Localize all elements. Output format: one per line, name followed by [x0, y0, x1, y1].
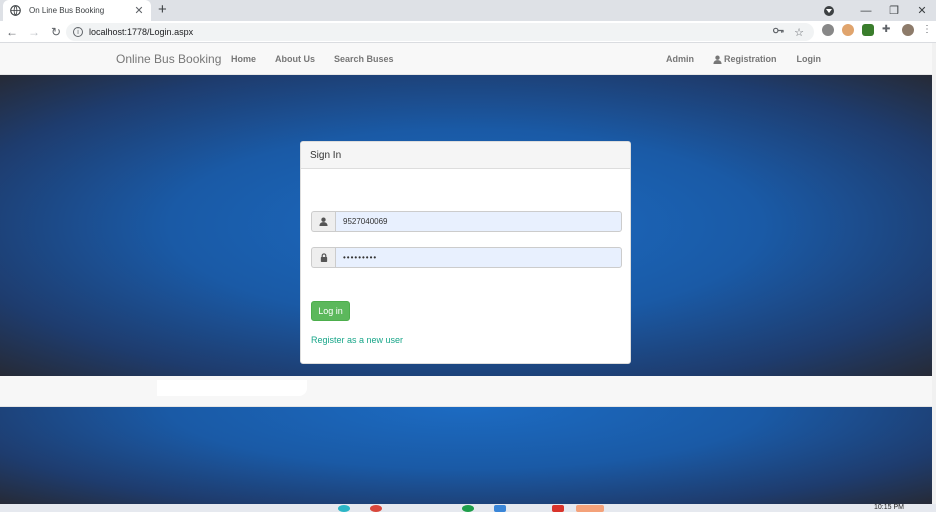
site-navbar: Online Bus Booking Home About Us Search … — [0, 43, 932, 75]
tab-title: On Line Bus Booking — [29, 6, 105, 15]
nav-registration-label: Registration — [724, 54, 777, 64]
nav-home[interactable]: Home — [231, 54, 256, 64]
avatar[interactable] — [902, 24, 914, 36]
minimize-button[interactable]: — — [852, 5, 880, 17]
globe-icon — [9, 5, 21, 17]
new-tab-button[interactable]: + — [158, 2, 167, 18]
lock-icon — [311, 247, 335, 268]
restore-button[interactable]: ❐ — [880, 4, 908, 17]
password-input[interactable] — [335, 247, 622, 268]
forward-button[interactable]: → — [24, 25, 44, 39]
taskbar-app-2[interactable] — [370, 505, 382, 512]
info-icon[interactable]: i — [73, 27, 83, 37]
window-controls: — ❐ ✕ — [824, 0, 936, 21]
browser-toolbar: ← → ↻ i localhost:1778/Login.aspx ☆ ✚ ⋮ — [0, 21, 936, 43]
login-button[interactable]: Log in — [311, 301, 350, 321]
puzzle-icon[interactable]: ✚ — [882, 24, 894, 36]
username-input[interactable] — [335, 211, 622, 232]
username-group — [311, 211, 622, 232]
extension-icon-2[interactable] — [842, 24, 854, 36]
page-scrollbar[interactable] — [932, 43, 936, 504]
address-bar[interactable]: i localhost:1778/Login.aspx ☆ — [66, 23, 814, 41]
user-icon — [311, 211, 335, 232]
password-group — [311, 247, 622, 268]
taskbar-app-5[interactable] — [552, 505, 564, 512]
nav-right: Admin Registration Login — [666, 54, 840, 64]
panel-heading: Sign In — [301, 142, 630, 169]
key-icon[interactable] — [773, 26, 784, 38]
nav-registration[interactable]: Registration — [713, 54, 777, 64]
nav-about-us[interactable]: About Us — [275, 54, 315, 64]
taskbar-app-4[interactable] — [494, 505, 506, 512]
taskbar-clock[interactable]: 10:15 PM — [874, 504, 904, 512]
star-icon[interactable]: ☆ — [794, 26, 804, 39]
lower-background — [0, 407, 932, 504]
close-icon[interactable]: ✕ — [133, 4, 145, 17]
browser-tab[interactable]: On Line Bus Booking ✕ — [3, 0, 151, 21]
extension-icons: ✚ ⋮ — [822, 24, 934, 36]
menu-icon[interactable]: ⋮ — [922, 24, 932, 36]
nav-admin[interactable]: Admin — [666, 54, 694, 64]
reload-button[interactable]: ↻ — [46, 25, 66, 39]
nav-left: Home About Us Search Buses — [231, 54, 413, 64]
chevron-down-icon[interactable] — [824, 5, 834, 16]
nav-login[interactable]: Login — [797, 54, 822, 64]
back-button[interactable]: ← — [2, 25, 22, 39]
nav-search-buses[interactable]: Search Buses — [334, 54, 394, 64]
extension-icon-1[interactable] — [822, 24, 834, 36]
register-link[interactable]: Register as a new user — [311, 335, 403, 345]
extension-icon-3[interactable] — [862, 24, 874, 36]
browser-tab-bar: On Line Bus Booking ✕ + — ❐ ✕ — [0, 0, 936, 21]
window-close-button[interactable]: ✕ — [908, 4, 936, 17]
footer-highlight — [157, 380, 307, 396]
brand-link[interactable]: Online Bus Booking — [116, 52, 221, 66]
taskbar-app-1[interactable] — [338, 505, 350, 512]
signin-panel: Sign In Log in Register as a new user — [300, 141, 631, 364]
taskbar-app-3[interactable] — [462, 505, 474, 512]
user-icon — [713, 55, 722, 64]
url-text[interactable]: localhost:1778/Login.aspx — [89, 27, 773, 37]
footer-strip — [0, 376, 932, 407]
taskbar-app-6[interactable] — [576, 505, 604, 512]
